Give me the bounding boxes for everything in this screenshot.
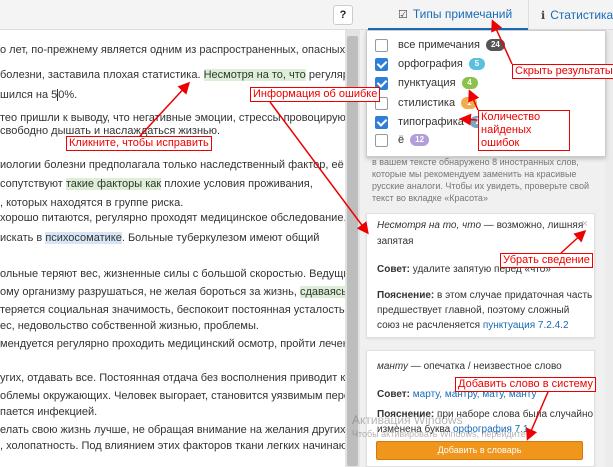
- text-line: искать в психосоматике. Больные туберкул…: [0, 232, 320, 244]
- filter-label: пунктуация: [398, 77, 456, 89]
- count-badge: 12: [410, 134, 430, 146]
- text-line: тео пришли к выводу, что негативные эмоц…: [0, 112, 345, 124]
- filter-row[interactable]: орфография 5: [375, 56, 485, 72]
- filter-checkbox[interactable]: [375, 57, 388, 71]
- rule-link[interactable]: пунктуация 7.2.4.2: [483, 320, 569, 331]
- annotation-errors-count: Количество найденых ошибок: [478, 110, 570, 151]
- count-badge: 1: [461, 97, 478, 109]
- app-root: ? ☑ Типы примечаний ℹ Статистика о лет, …: [0, 0, 613, 467]
- text-line: , холопатность. Под влиянием этих фактор…: [0, 440, 345, 452]
- windows-watermark: Активация Windows: [352, 413, 463, 427]
- note-card-punctuation[interactable]: × Несмотря на то, что — возможно, лишняя…: [366, 213, 595, 338]
- count-badge: 24: [485, 39, 505, 51]
- error-highlight[interactable]: такие факторы как: [65, 178, 162, 190]
- windows-watermark-subtitle: Чтобы активировать Windows, перейдите в: [352, 429, 533, 439]
- checkbox-icon: ☑: [398, 8, 408, 21]
- filter-row[interactable]: ё 12: [375, 132, 430, 148]
- top-toolbar: ? ☑ Типы примечаний ℹ Статистика: [0, 0, 613, 30]
- text-line: , которых находятся в группе риска.: [0, 197, 184, 209]
- filter-checkbox[interactable]: [375, 115, 388, 129]
- filter-checkbox[interactable]: [375, 133, 388, 147]
- text-line: ому организму разрушаться, не желая боро…: [0, 286, 345, 298]
- text-line: сопутствуют такие факторы как плохие усл…: [0, 178, 313, 190]
- error-highlight[interactable]: психосоматике: [45, 232, 122, 244]
- filter-row[interactable]: стилистика 1: [375, 95, 478, 111]
- info-icon: ℹ: [541, 9, 546, 22]
- annotation-click-fix: Кликните, чтобы исправить: [66, 136, 212, 151]
- text-line: о лет, по-прежнему является одним из рас…: [0, 44, 345, 56]
- filter-label: стилистика: [398, 97, 456, 109]
- error-highlight[interactable]: сдаваясь: [299, 286, 345, 298]
- annotation-remove-info: Убрать сведение: [500, 253, 593, 268]
- text-line: пается инфекцией.: [0, 406, 98, 418]
- text-line: теряется социальная значимость, беспокои…: [0, 304, 345, 316]
- filter-row[interactable]: все примечания 24: [375, 37, 505, 53]
- tab-statistics[interactable]: ℹ Статистика: [528, 0, 613, 30]
- card-title-phrase: манту: [377, 361, 409, 372]
- text-line: ольные теряют вес, жизненные силы с боль…: [0, 268, 345, 280]
- filter-label: все примечания: [398, 39, 480, 51]
- text-line: иологии болезни предполагала только насл…: [0, 159, 344, 171]
- filter-label: орфография: [398, 58, 463, 70]
- count-badge: 5: [468, 58, 485, 70]
- add-to-dictionary-button[interactable]: Добавить в словарь: [376, 441, 583, 460]
- filter-label: ё: [398, 134, 405, 146]
- count-badge: 4: [461, 77, 478, 89]
- annotation-error-info: Информация об ошибке: [250, 87, 381, 102]
- text-line: ес, недовольство собственной жизнью, про…: [0, 320, 259, 332]
- tab-statistics-label: Статистика: [550, 8, 613, 22]
- tab-note-types-label: Типы примечаний: [412, 7, 513, 21]
- filter-row[interactable]: типографика2: [375, 114, 486, 130]
- text-line: хорошо питаются, регулярно проходят меди…: [0, 212, 345, 224]
- annotation-add-word: Добавить слово в систему: [455, 377, 596, 392]
- text-line: шился на 50%.: [0, 89, 78, 101]
- text-line: мендуется регулярно проходить медицински…: [0, 338, 345, 350]
- filter-row[interactable]: пунктуация 4: [375, 75, 478, 91]
- text-line: елать свою жизнь лучше, не обращая внима…: [0, 424, 345, 436]
- annotation-hide-results: Скрыть результаты: [512, 64, 613, 79]
- filter-checkbox[interactable]: [375, 38, 388, 52]
- text-line: облемы окружающих. Человек выгорает, ста…: [0, 390, 345, 402]
- text-line: болезни, заставила плохая статистика. Не…: [0, 69, 345, 81]
- info-notice: в вашем тексте обнаружено 8 иностранных …: [372, 157, 589, 203]
- tab-note-types[interactable]: ☑ Типы примечаний: [368, 0, 528, 30]
- text-line: угих, отдавать все. Постоянная отдача бе…: [0, 372, 345, 384]
- filter-label: типографика: [398, 116, 464, 128]
- error-highlight[interactable]: Несмотря на то, что: [203, 69, 306, 81]
- sidebar-scrollbar[interactable]: [605, 30, 613, 467]
- help-button[interactable]: ?: [333, 5, 353, 25]
- card-title-phrase: Несмотря на то, что: [377, 220, 482, 231]
